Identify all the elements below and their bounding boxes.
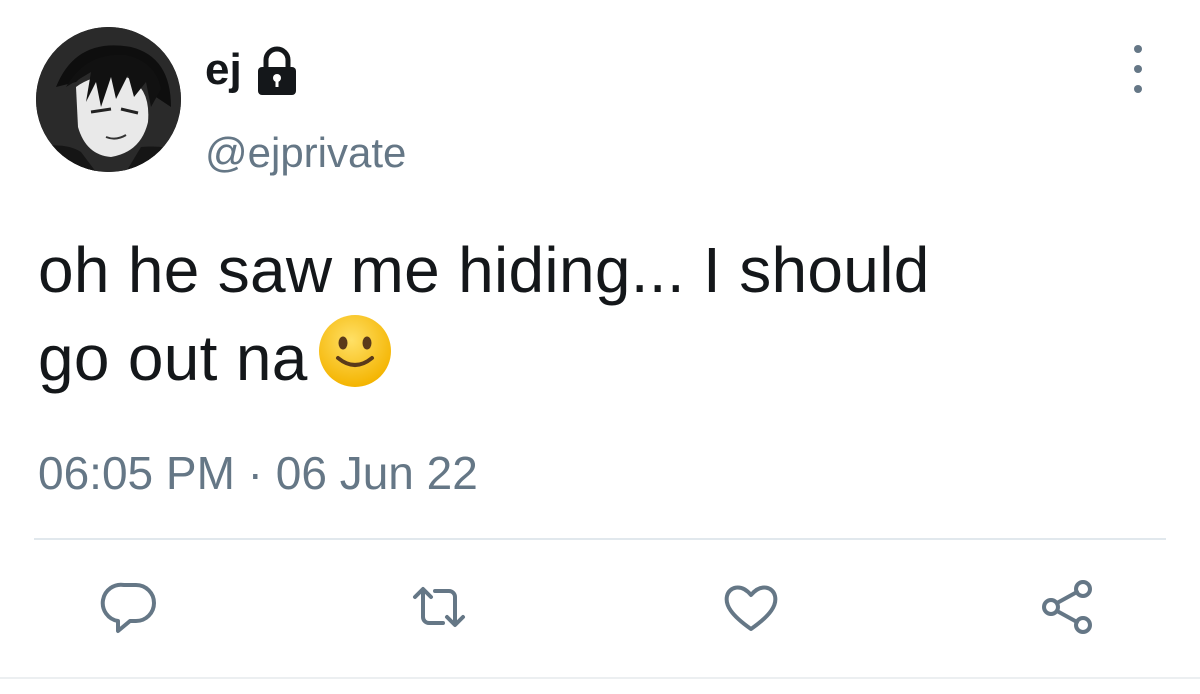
tweet-card: ej @ejprivate oh he saw me hiding... I s… [0, 0, 1200, 694]
more-vertical-icon-dot [1134, 45, 1142, 53]
tweet-text-line-1: oh he saw me hiding... I should [38, 234, 930, 306]
reply-icon [100, 582, 156, 633]
name-row: ej [205, 40, 304, 100]
bottom-divider [0, 677, 1200, 679]
tweet-text-line-2: go out na [38, 322, 308, 394]
tweet-timestamp: 06:05 PM · 06 Jun 22 [38, 447, 478, 499]
share-icon [1042, 580, 1092, 634]
user-handle[interactable]: @ejprivate [205, 132, 406, 174]
avatar-image [36, 27, 181, 172]
reply-button[interactable] [95, 572, 165, 642]
retweet-icon [413, 587, 465, 627]
divider [34, 538, 1166, 540]
avatar[interactable] [36, 27, 181, 172]
lock-icon [250, 43, 304, 97]
action-bar [0, 572, 1200, 642]
share-button[interactable] [1032, 572, 1102, 642]
more-options-button[interactable] [1118, 45, 1158, 93]
more-vertical-icon-dot [1134, 85, 1142, 93]
tweet-text: oh he saw me hiding... I should go out n… [38, 228, 1168, 400]
heart-icon [724, 585, 778, 631]
display-name[interactable]: ej [205, 48, 242, 92]
retweet-button[interactable] [404, 572, 474, 642]
slightly-smiling-face-emoji [316, 312, 394, 390]
more-vertical-icon-dot [1134, 65, 1142, 73]
like-button[interactable] [716, 572, 786, 642]
